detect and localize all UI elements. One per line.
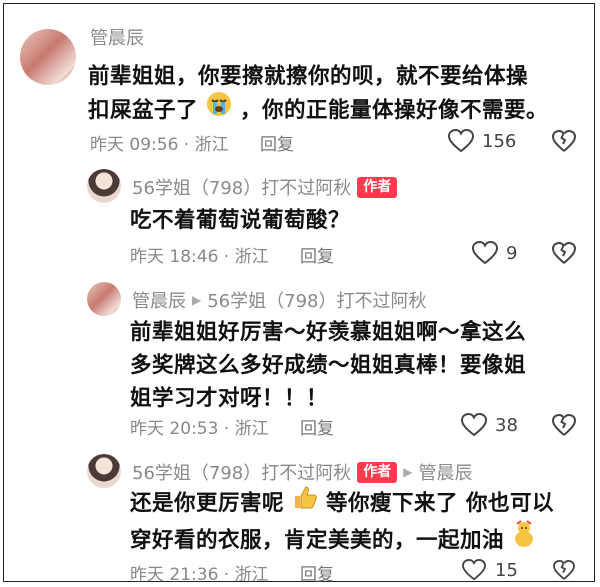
broken-heart-icon: [553, 559, 575, 580]
dislike-button[interactable]: [551, 129, 577, 156]
author-badge: 作者: [357, 461, 398, 483]
comment-meta: 昨天 21:36 · 浙江 回复: [130, 565, 335, 585]
comment-text: 吃不着葡萄说葡萄酸？: [130, 208, 351, 233]
avatar[interactable]: [87, 454, 121, 488]
avatar[interactable]: [87, 169, 121, 203]
crying-face-icon: [206, 91, 232, 127]
author-name[interactable]: 管晨辰 ▶ 56学姐（798）打不过阿秋: [132, 287, 427, 313]
like-button[interactable]: 38: [461, 413, 518, 437]
like-count: 38: [495, 414, 518, 436]
heart-icon: [461, 413, 487, 437]
comment-text: 前辈姐姐好厉害～好羡慕姐姐啊～拿这么 多奖牌这么多好成绩～姐姐真棒！要像姐 姐学…: [130, 320, 527, 411]
cheering-icon: [512, 520, 536, 558]
heart-icon: [462, 559, 486, 581]
avatar[interactable]: [87, 282, 121, 316]
like-count: 9: [506, 242, 518, 264]
like-button[interactable]: 9: [472, 241, 517, 265]
reply-button[interactable]: 回复: [300, 419, 334, 439]
thumbs-up-icon: [292, 484, 318, 520]
reply-arrow-icon: ▶: [403, 465, 413, 479]
heart-icon: [448, 129, 474, 153]
dislike-button[interactable]: [551, 413, 577, 440]
comment-thread: 管晨辰 前辈姐姐，你要擦就擦你的呗，就不要给体操 扣屎盆子了 ，你的正能量体操好…: [3, 3, 595, 585]
comment-meta: 昨天 20:53 · 浙江 回复: [130, 419, 335, 439]
reply-to-name[interactable]: 管晨辰: [419, 459, 473, 485]
like-count: 156: [482, 130, 517, 152]
comment-text: 前辈姐姐，你要擦就擦你的呗，就不要给体操 扣屎盆子了 ，你的正能量体操好像不需要…: [88, 60, 548, 129]
reply-to-name[interactable]: 56学姐（798）打不过阿秋: [207, 287, 426, 313]
heart-icon: [472, 241, 498, 265]
reply-button[interactable]: 回复: [300, 247, 334, 267]
author-name[interactable]: 56学姐（798）打不过阿秋 作者: [132, 174, 398, 200]
broken-heart-icon: [551, 413, 577, 436]
broken-heart-icon: [551, 129, 577, 152]
reply-arrow-icon: ▶: [192, 293, 202, 307]
comment-meta: 昨天 09:56 · 浙江 回复: [90, 135, 295, 155]
reply-button[interactable]: 回复: [260, 135, 294, 155]
broken-heart-icon: [551, 241, 577, 264]
like-button[interactable]: 15: [461, 559, 518, 581]
dislike-button[interactable]: [552, 559, 576, 584]
author-name[interactable]: 56学姐（798）打不过阿秋 作者 ▶ 管晨辰: [132, 459, 473, 485]
like-count: 15: [495, 559, 518, 581]
reply-button[interactable]: 回复: [300, 565, 334, 585]
avatar[interactable]: [20, 29, 76, 85]
dislike-button[interactable]: [551, 241, 577, 268]
author-badge: 作者: [357, 176, 398, 198]
like-button[interactable]: 156: [448, 129, 516, 153]
comment-meta: 昨天 18:46 · 浙江 回复: [130, 247, 335, 267]
author-name[interactable]: 管晨辰: [90, 24, 144, 50]
comment-text: 还是你更厉害呢 等你瘦下来了 你也可以 穿好看的衣服，肯定美美的，一起加油: [130, 486, 554, 560]
